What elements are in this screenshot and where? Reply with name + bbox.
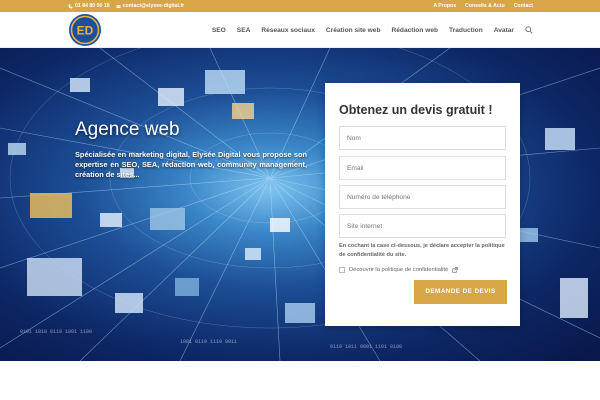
top-link-a-propos[interactable]: A Propos	[433, 3, 456, 9]
svg-text:1001 0110 1110 0011: 1001 0110 1110 0011	[180, 339, 237, 345]
hero-section: 0101 1010 0110 1001 1100 1001 0110 1110 …	[0, 48, 600, 361]
top-links: A Propos Conseils & Actu Contact	[433, 3, 533, 9]
nav-traduction[interactable]: Traduction	[449, 27, 483, 34]
phone-number: 01 84 80 50 15	[75, 3, 110, 9]
email-field[interactable]	[339, 156, 506, 180]
external-link-icon	[452, 267, 458, 273]
privacy-checkbox[interactable]	[339, 267, 345, 273]
consent-text: En cochant la case ci-dessous, je déclar…	[339, 243, 505, 258]
nav-sea[interactable]: SEA	[237, 27, 251, 34]
top-link-contact[interactable]: Contact	[514, 3, 533, 9]
nav-redaction-web[interactable]: Rédaction web	[391, 27, 438, 34]
svg-text:0110 1011 0001 1101 0100: 0110 1011 0001 1101 0100	[330, 344, 402, 350]
elysee-digital-logo[interactable]: ED	[68, 13, 102, 47]
website-field[interactable]	[339, 214, 506, 238]
nav-reseaux-sociaux[interactable]: Réseaux sociaux	[261, 27, 315, 34]
hero-title: Agence web	[75, 119, 180, 140]
top-link-conseils-actu[interactable]: Conseils & Actu	[465, 3, 505, 9]
request-quote-button[interactable]: DEMANDE DE DEVIS	[414, 280, 507, 304]
search-icon[interactable]	[525, 26, 533, 34]
page-below-hero	[0, 361, 600, 400]
name-field[interactable]	[339, 126, 506, 150]
nav-avatar[interactable]: Avatar	[494, 27, 514, 34]
form-title: Obtenez un devis gratuit !	[339, 103, 493, 117]
nav-creation-site-web[interactable]: Création site web	[326, 27, 381, 34]
logo-text: ED	[77, 24, 94, 38]
svg-text:0101 1010 0110 1001 1100: 0101 1010 0110 1001 1100	[20, 329, 92, 335]
top-contact: 01 84 80 50 15 contact@elysee-digital.fr	[68, 3, 184, 9]
top-bar: 01 84 80 50 15 contact@elysee-digital.fr…	[0, 0, 600, 12]
phone-field[interactable]	[339, 185, 506, 209]
phone-link[interactable]: 01 84 80 50 15	[68, 3, 110, 9]
hero-description: Spécialisée en marketing digital, Elysée…	[75, 150, 307, 179]
main-nav: SEO SEA Réseaux sociaux Création site we…	[212, 26, 533, 34]
nav-seo[interactable]: SEO	[212, 27, 226, 34]
privacy-checkbox-row: Découvrir la politique de confidentialit…	[339, 267, 458, 273]
quote-form: Obtenez un devis gratuit ! En cochant la…	[325, 83, 520, 326]
email-link[interactable]: contact@elysee-digital.fr	[115, 3, 185, 9]
privacy-policy-link[interactable]: Découvrir la politique de confidentialit…	[349, 267, 448, 273]
site-header: ED SEO SEA Réseaux sociaux Création site…	[0, 12, 600, 48]
email-address: contact@elysee-digital.fr	[122, 3, 185, 9]
envelope-icon	[115, 4, 121, 8]
phone-icon	[68, 4, 73, 8]
